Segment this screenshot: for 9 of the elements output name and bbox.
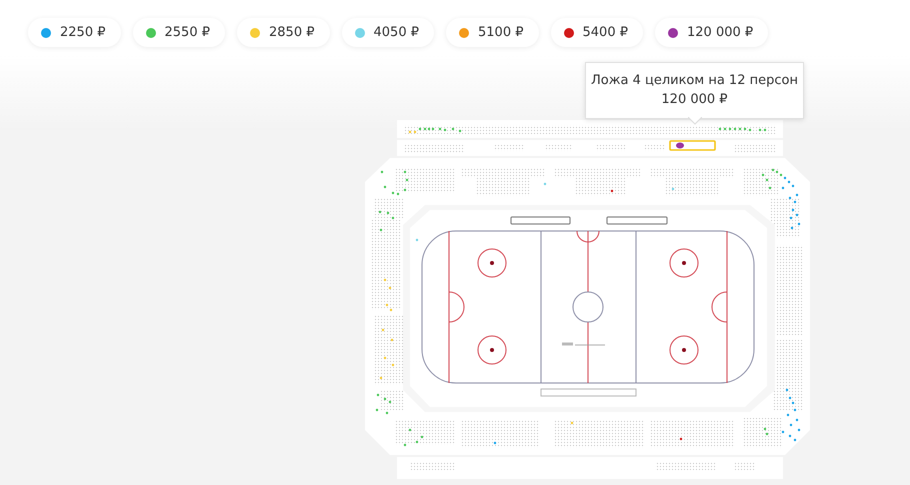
price-filter-chip[interactable]: 2850 ₽	[237, 18, 330, 47]
price-filter-chip[interactable]: 4050 ₽	[342, 18, 434, 47]
tooltip-price: 120 000 ₽	[660, 91, 729, 109]
price-filter-chip[interactable]: 120 000 ₽	[655, 18, 768, 47]
tooltip-title: Ложа 4 целиком на 12 персон	[590, 72, 799, 90]
price-filter-chip[interactable]: 2550 ₽	[132, 18, 225, 47]
price-filter-chip[interactable]: 2250 ₽	[28, 18, 120, 47]
price-filter-chip[interactable]: 5100 ₽	[446, 18, 538, 47]
price-filter-chip[interactable]: 5400 ₽	[550, 18, 643, 47]
